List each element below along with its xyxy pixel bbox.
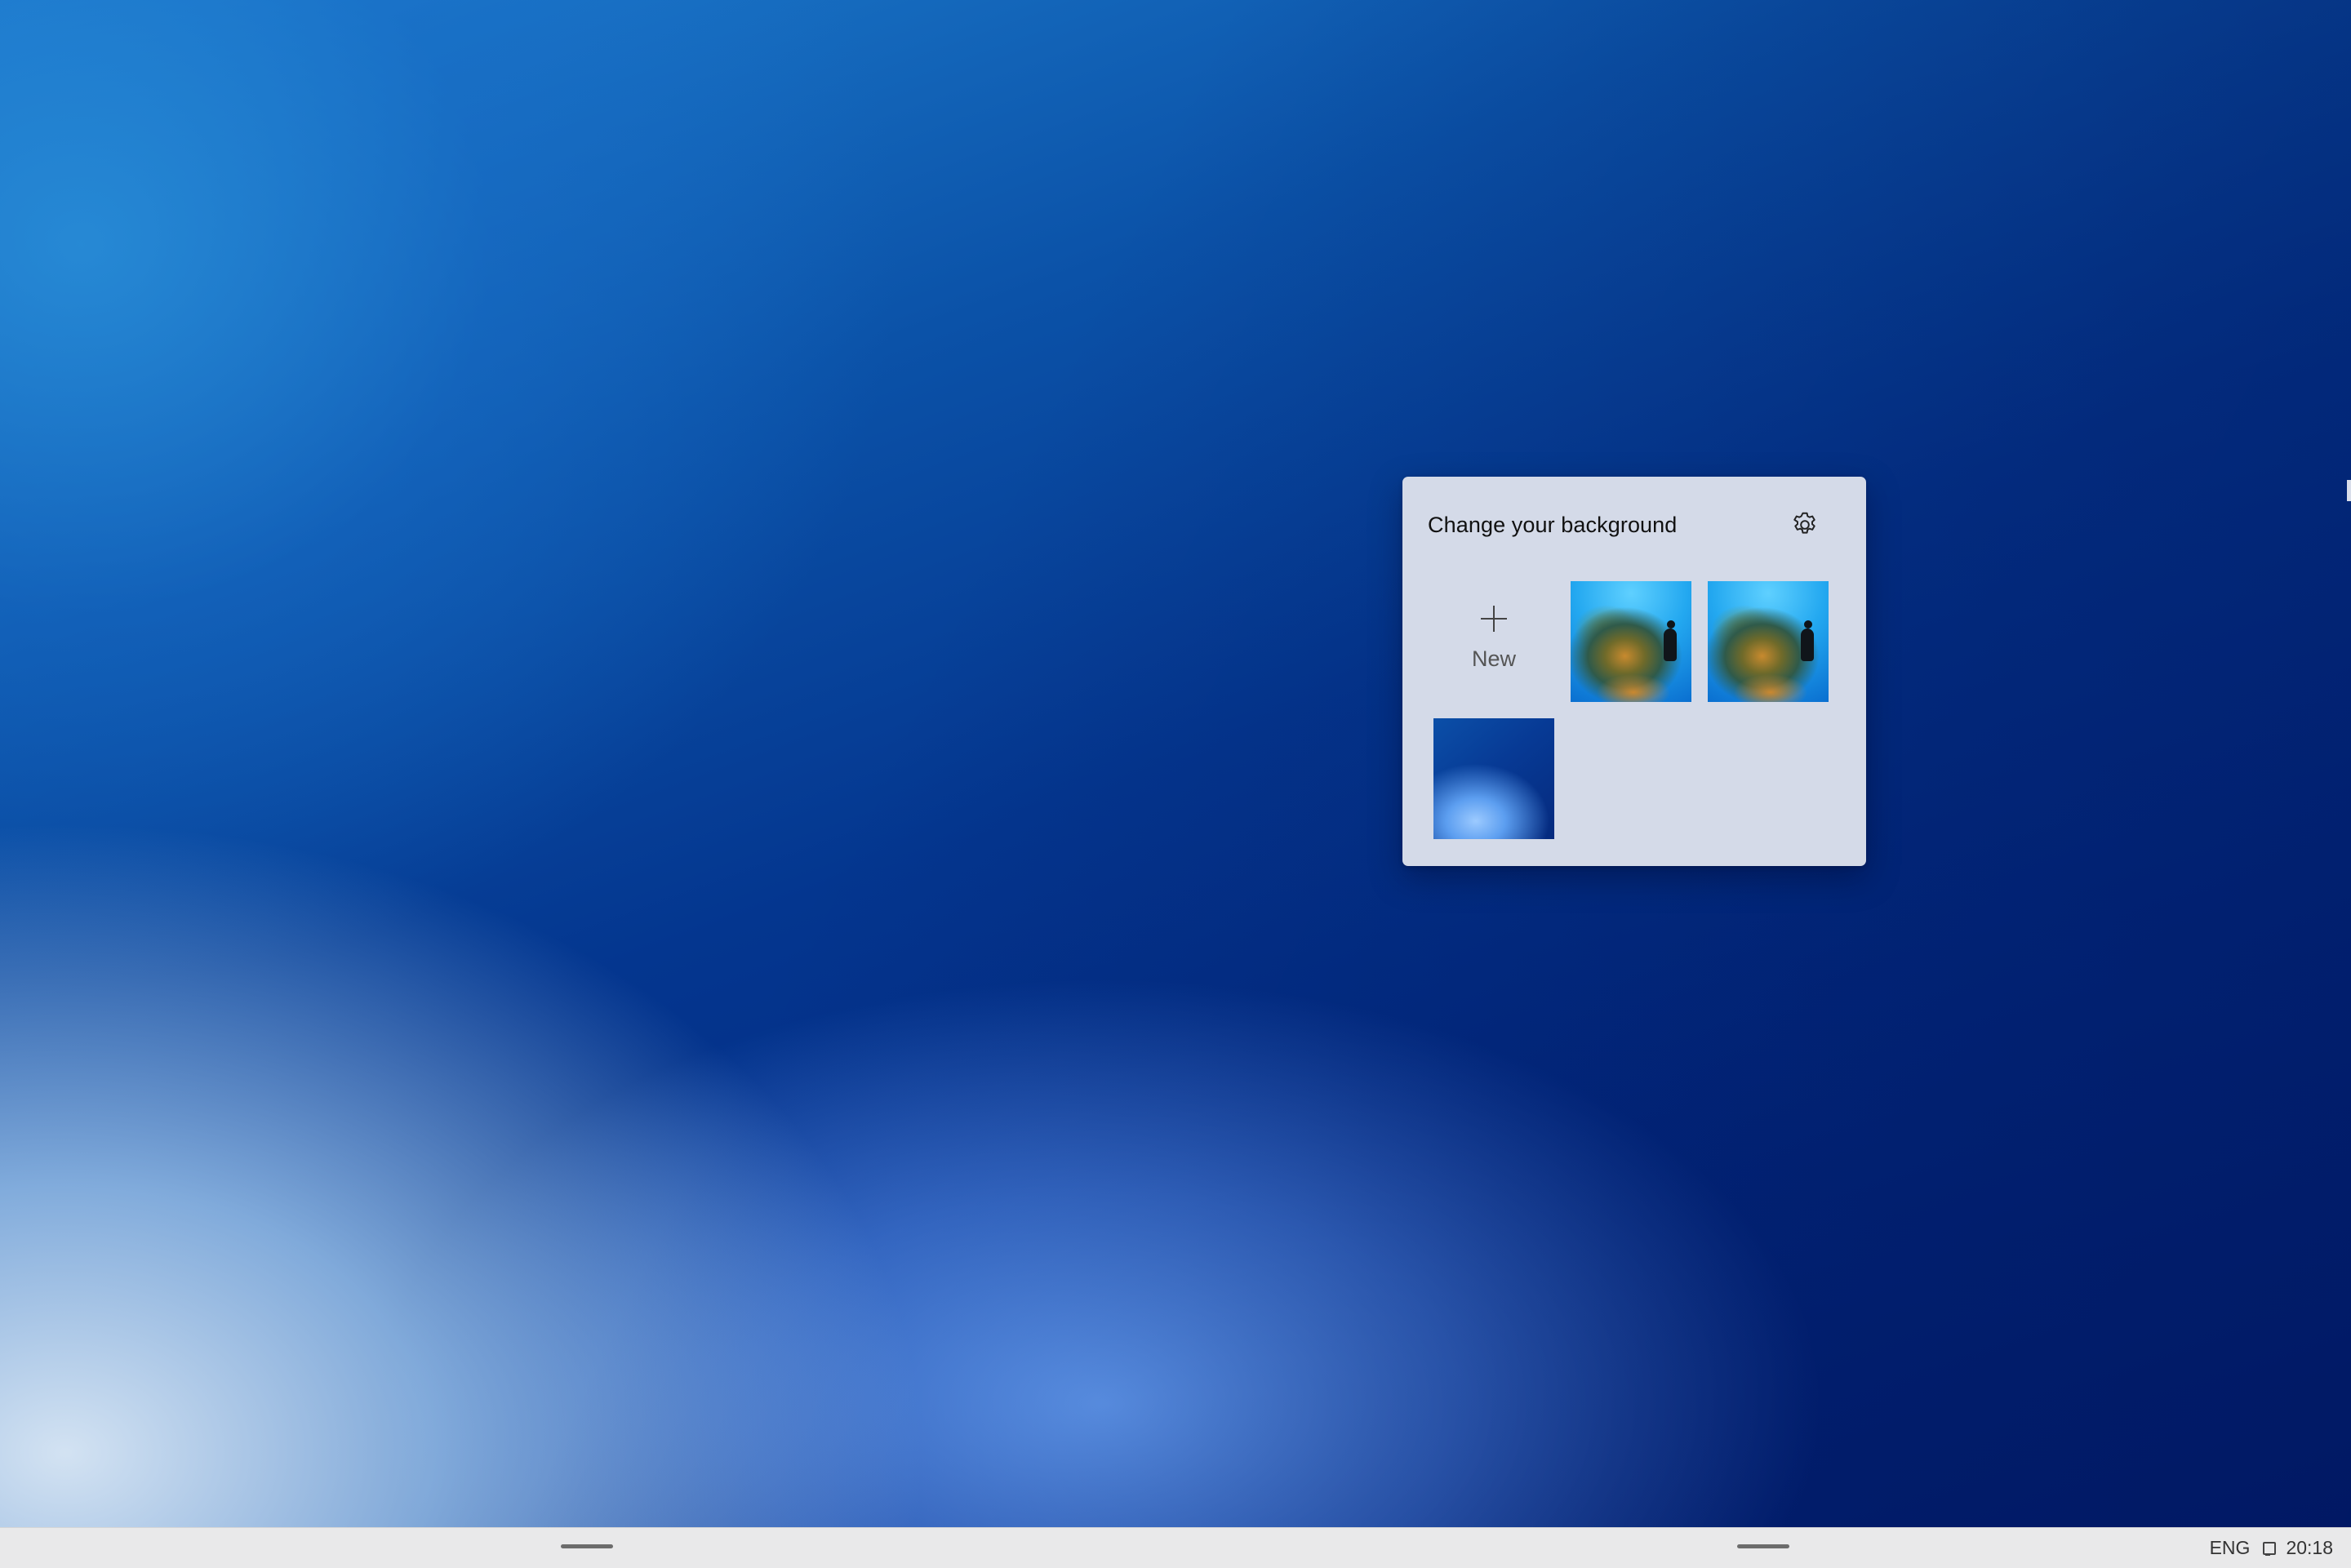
taskbar-handle-right[interactable] [1737,1544,1789,1548]
new-background-tile[interactable]: New [1433,581,1554,702]
gear-icon [1793,512,1815,534]
panel-title: Change your background [1428,513,1678,537]
diver-figure [1801,620,1814,661]
settings-button[interactable] [1786,506,1824,544]
taskbar: ENG 20:18 [0,1527,2351,1568]
taskbar-handle-left[interactable] [561,1544,613,1548]
background-thumbnail-reef-1[interactable] [1571,581,1691,702]
system-tray: ENG 20:18 [2210,1528,2333,1568]
background-thumbnail-gradient[interactable] [1433,718,1554,839]
clock[interactable]: 20:18 [2286,1537,2333,1559]
change-background-panel: Change your background New [1402,477,1866,866]
plus-icon [1481,605,1507,632]
language-indicator[interactable]: ENG [2210,1537,2251,1559]
new-label: New [1471,646,1516,671]
screen-edge-indicator [2347,480,2351,501]
network-icon[interactable] [2261,1540,2277,1557]
desktop-background [0,0,2351,1527]
background-thumbnail-reef-2[interactable] [1708,581,1829,702]
diver-figure [1664,620,1677,661]
